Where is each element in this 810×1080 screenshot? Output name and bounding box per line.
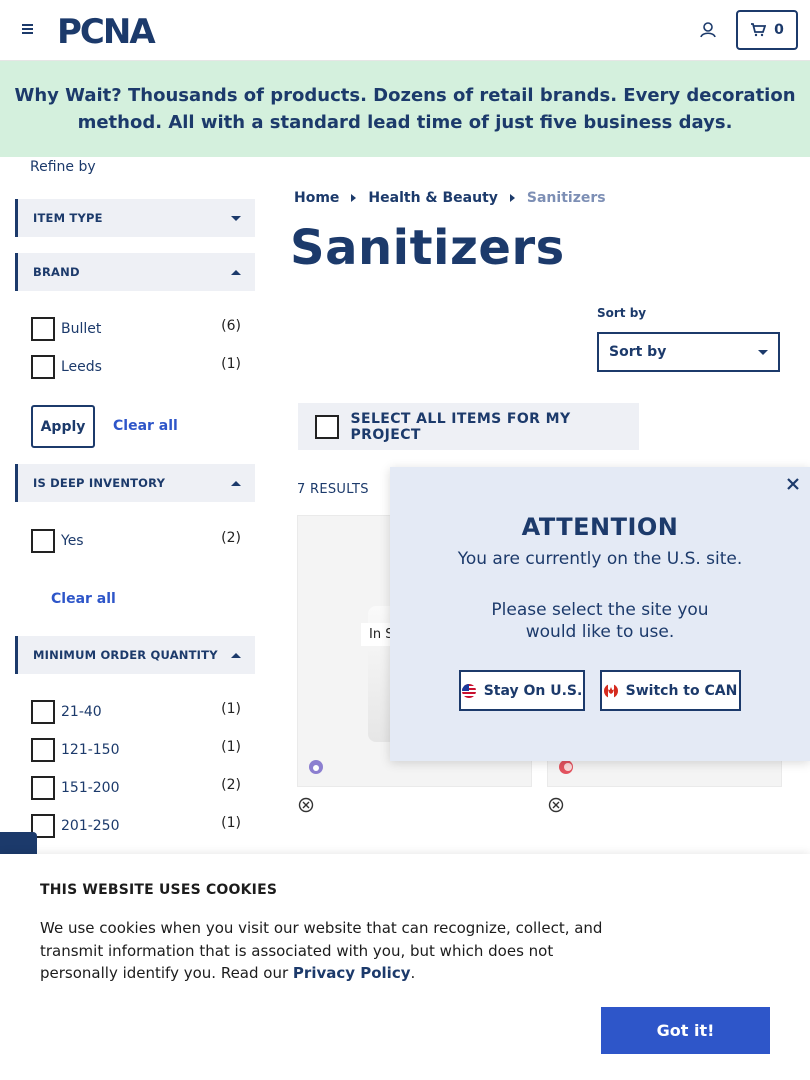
breadcrumb: Home Health & Beauty Sanitizers (294, 190, 606, 206)
compare-icon[interactable] (548, 797, 564, 813)
apply-button[interactable]: Apply (31, 405, 95, 448)
site-header: PCNA 0 (0, 0, 810, 61)
select-all-items-checkbox[interactable]: SELECT ALL ITEMS FOR MY PROJECT (298, 403, 639, 450)
filter-option-21-40[interactable]: 21-40 (1) (31, 699, 243, 725)
option-name: Yes (61, 533, 84, 549)
option-name: 201-250 (61, 818, 120, 834)
page-title: Sanitizers (290, 220, 565, 276)
checkbox[interactable] (315, 414, 339, 439)
cookie-text: We use cookies when you visit our websit… (40, 917, 620, 985)
filter-option-yes[interactable]: Yes (2) (31, 528, 243, 554)
breadcrumb-current: Sanitizers (526, 190, 606, 206)
caret-up-icon (231, 652, 241, 658)
switch-to-can-button[interactable]: Switch to CAN (600, 670, 741, 711)
brand-logo-icon (559, 760, 573, 774)
sort-select[interactable]: Sort by (597, 332, 780, 372)
clear-all-link[interactable]: Clear all (51, 591, 116, 607)
checkbox[interactable] (31, 738, 55, 762)
cart-icon (751, 23, 767, 37)
privacy-policy-link[interactable]: Privacy Policy (293, 964, 411, 982)
option-count: (2) (221, 777, 241, 793)
cookie-period: . (410, 964, 416, 982)
compare-icon[interactable] (298, 797, 314, 813)
got-it-button[interactable]: Got it! (601, 1007, 770, 1054)
option-count: (1) (221, 356, 241, 372)
checkbox[interactable] (31, 700, 55, 724)
option-count: (1) (221, 701, 241, 717)
stay-on-us-button[interactable]: Stay On U.S. (459, 670, 585, 711)
filter-option-bullet[interactable]: Bullet (6) (31, 316, 243, 342)
filter-option-201-250[interactable]: 201-250 (1) (31, 813, 243, 839)
facet-label: BRAND (33, 265, 80, 279)
facet-label: IS DEEP INVENTORY (33, 476, 166, 490)
hamburger-menu-icon[interactable] (18, 20, 38, 40)
facet-minimum-order-quantity[interactable]: MINIMUM ORDER QUANTITY (15, 636, 255, 674)
cookie-title: THIS WEBSITE USES COOKIES (40, 882, 278, 898)
results-count: 7 RESULTS (297, 482, 369, 497)
option-count: (1) (221, 815, 241, 831)
refine-by-label: Refine by (30, 159, 96, 175)
option-name: Leeds (61, 359, 102, 375)
close-icon[interactable] (786, 477, 800, 491)
promo-text: Why Wait? Thousands of products. Dozens … (14, 85, 796, 133)
breadcrumb-separator-icon (351, 194, 357, 202)
breadcrumb-health-beauty[interactable]: Health & Beauty (368, 190, 497, 206)
sort-label: Sort by (597, 306, 647, 320)
facet-label: MINIMUM ORDER QUANTITY (33, 648, 218, 662)
filter-option-121-150[interactable]: 121-150 (1) (31, 737, 243, 763)
option-name: 121-150 (61, 742, 120, 758)
breadcrumb-home[interactable]: Home (294, 190, 339, 206)
cart-count: 0 (774, 22, 784, 38)
facet-item-type[interactable]: ITEM TYPE (15, 199, 255, 237)
caret-up-icon (231, 480, 241, 486)
modal-subtitle: You are currently on the U.S. site. (457, 549, 743, 569)
modal-title: ATTENTION (521, 513, 679, 541)
feedback-side-tab[interactable] (0, 832, 37, 856)
option-name: 151-200 (61, 780, 120, 796)
breadcrumb-separator-icon (509, 194, 515, 202)
checkbox[interactable] (31, 776, 55, 800)
svg-text:PCNA: PCNA (57, 13, 156, 47)
facet-label: ITEM TYPE (33, 211, 103, 225)
option-name: Bullet (61, 321, 102, 337)
pcna-logo[interactable]: PCNA (57, 13, 179, 47)
canada-flag-icon (603, 683, 618, 698)
checkbox[interactable] (31, 317, 55, 341)
filter-option-151-200[interactable]: 151-200 (2) (31, 775, 243, 801)
facet-brand[interactable]: BRAND (15, 253, 255, 291)
option-count: (2) (221, 530, 241, 546)
site-selection-modal: ATTENTION You are currently on the U.S. … (390, 467, 810, 761)
stay-label: Stay On U.S. (483, 682, 583, 699)
account-icon[interactable] (698, 20, 718, 40)
cookie-banner: THIS WEBSITE USES COOKIES We use cookies… (0, 854, 810, 1080)
cart-button[interactable]: 0 (736, 10, 798, 50)
facet-deep-inventory[interactable]: IS DEEP INVENTORY (15, 464, 255, 502)
clear-all-link[interactable]: Clear all (113, 418, 178, 434)
option-count: (1) (221, 739, 241, 755)
promo-banner: Why Wait? Thousands of products. Dozens … (0, 61, 810, 157)
checkbox[interactable] (31, 355, 55, 379)
switch-label: Switch to CAN (625, 682, 738, 699)
sort-value: Sort by (609, 344, 667, 360)
select-all-label: SELECT ALL ITEMS FOR MY PROJECT (350, 410, 571, 443)
option-count: (6) (221, 318, 241, 334)
us-flag-icon (461, 683, 476, 698)
caret-down-icon (231, 215, 241, 221)
brand-logo-icon (309, 760, 323, 774)
caret-up-icon (231, 269, 241, 275)
modal-question: Please select the site you would like to… (491, 600, 709, 642)
chevron-down-icon (758, 349, 768, 355)
filter-option-leeds[interactable]: Leeds (1) (31, 354, 243, 380)
option-name: 21-40 (61, 704, 102, 720)
checkbox[interactable] (31, 529, 55, 553)
